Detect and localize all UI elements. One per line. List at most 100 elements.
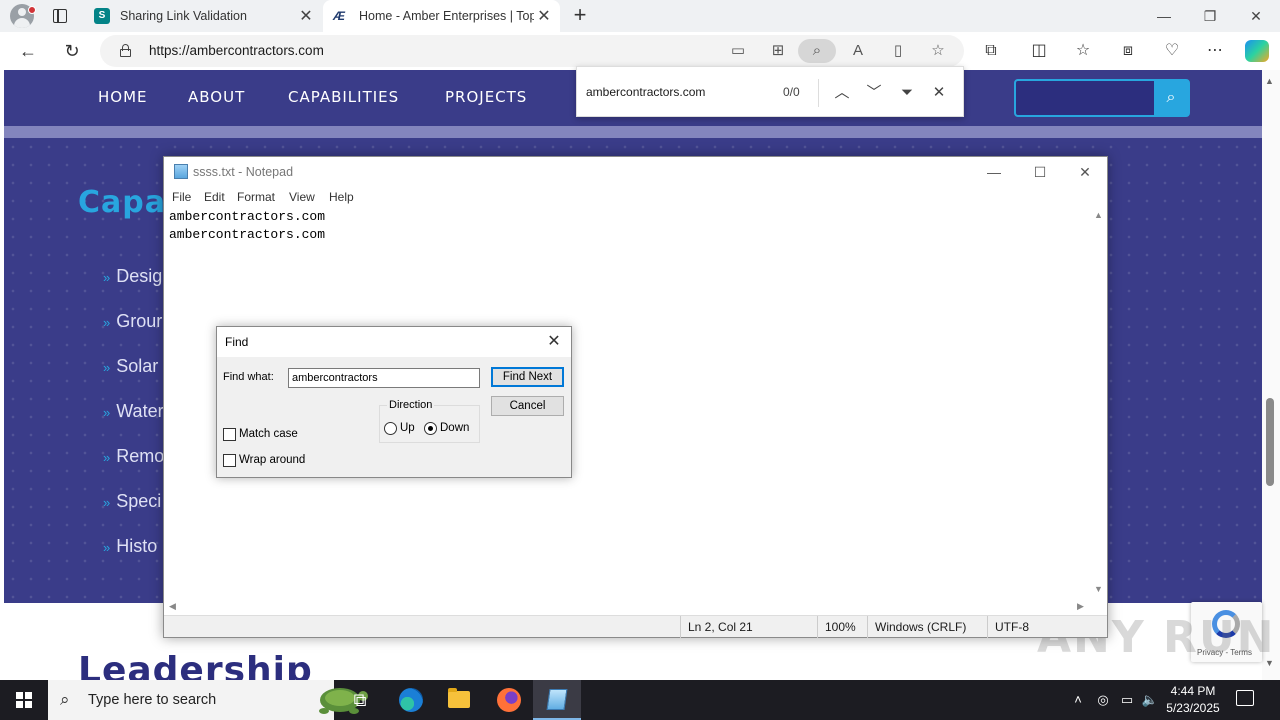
scroll-up-icon[interactable]: ▲ — [1265, 76, 1274, 86]
cancel-button[interactable]: Cancel — [491, 396, 564, 416]
split-screen-icon[interactable]: ◫ — [1026, 38, 1052, 64]
capability-item[interactable]: » Desig — [103, 266, 162, 287]
volume-icon[interactable]: 🔈 — [1140, 680, 1160, 720]
wired-network-icon[interactable]: ▭ — [1116, 680, 1138, 720]
find-dialog-title: Find — [225, 335, 249, 349]
start-button[interactable] — [0, 680, 48, 720]
taskbar-search-box[interactable]: ⌕ Type here to search — [48, 680, 368, 720]
close-window-icon[interactable]: ✕ — [1233, 0, 1279, 32]
file-explorer-icon[interactable] — [435, 680, 483, 720]
find-bar-input[interactable]: ambercontractors.com — [586, 85, 705, 99]
chevron-right-icon: » — [103, 405, 111, 420]
capability-item[interactable]: » Water — [103, 401, 164, 422]
status-encoding: UTF-8 — [987, 616, 1087, 638]
menu-view[interactable]: View — [289, 190, 315, 204]
chevron-up-icon[interactable]: ︿ — [829, 80, 855, 106]
direction-down-radio[interactable] — [424, 422, 437, 435]
find-on-page-icon[interactable]: ⌕ — [798, 39, 836, 63]
task-view-icon[interactable]: ⧉ — [336, 680, 384, 720]
filter-icon[interactable]: ⏷ — [894, 80, 920, 106]
minimize-icon[interactable]: — — [971, 157, 1017, 187]
page-scrollbar[interactable]: ▲ ▼ — [1262, 70, 1280, 680]
search-icon[interactable]: ⌕ — [1154, 81, 1188, 115]
notepad-title: ssss.txt - Notepad — [193, 165, 294, 179]
site-nav-about[interactable]: ABOUT — [188, 88, 245, 106]
url-text[interactable]: https://ambercontractors.com — [149, 43, 324, 58]
close-tab-icon[interactable]: ✕ — [534, 6, 554, 26]
collections-icon[interactable]: ⧈ — [1115, 38, 1141, 64]
extensions-icon[interactable]: ⧉ — [978, 38, 1004, 64]
tab-actions-icon[interactable] — [48, 6, 72, 26]
menu-edit[interactable]: Edit — [204, 190, 225, 204]
taskbar-search-placeholder: Type here to search — [88, 692, 217, 708]
find-what-input[interactable]: ambercontractors — [288, 368, 480, 388]
more-options-icon[interactable]: ⋯ — [1202, 38, 1228, 64]
status-zoom: 100% — [817, 616, 867, 638]
address-bar[interactable]: https://ambercontractors.com ▭ ⊞ ⌕ A ▯ ☆ — [100, 35, 964, 67]
refresh-icon[interactable]: ↻ — [58, 37, 86, 65]
capability-item[interactable]: » Speci — [103, 491, 161, 512]
lock-icon[interactable] — [120, 44, 131, 57]
edge-icon[interactable] — [386, 680, 434, 720]
close-icon[interactable]: ✕ — [1062, 157, 1108, 187]
network-status-icon[interactable]: ◎ — [1093, 680, 1113, 720]
find-next-button[interactable]: Find Next — [491, 367, 564, 387]
chevron-up-icon[interactable]: ▲ — [1094, 210, 1103, 220]
wrap-around-checkbox[interactable] — [223, 454, 236, 467]
chevron-down-icon[interactable]: ﹀ — [861, 80, 887, 106]
minimize-icon[interactable]: — — [1141, 0, 1187, 32]
menu-help[interactable]: Help — [329, 190, 354, 204]
grid-apps-icon[interactable]: ⊞ — [765, 39, 791, 63]
notepad-title-bar[interactable]: ssss.txt - Notepad — ☐ ✕ — [164, 157, 1107, 187]
capability-item[interactable]: » Solar — [103, 356, 158, 377]
amber-logo-icon: Æ — [333, 9, 345, 23]
chevron-right-icon[interactable]: ▶ — [1077, 601, 1084, 612]
close-tab-icon[interactable]: ✕ — [296, 6, 316, 26]
chevron-down-icon[interactable]: ▼ — [1094, 584, 1103, 594]
notification-center-icon[interactable] — [1236, 690, 1254, 706]
notepad-horizontal-scrollbar[interactable]: ◀ ▶ — [164, 598, 1090, 615]
site-search-input[interactable]: ⌕ — [1014, 79, 1190, 117]
close-icon[interactable]: ✕ — [541, 329, 567, 355]
menu-file[interactable]: File — [172, 190, 191, 204]
firefox-icon[interactable] — [484, 680, 532, 720]
site-nav-projects[interactable]: PROJECTS — [445, 88, 527, 106]
taskbar-clock[interactable]: 4:44 PM 5/23/2025 — [1160, 683, 1226, 717]
read-aloud-icon[interactable]: A — [845, 39, 871, 63]
scrollbar-thumb[interactable] — [1266, 398, 1274, 486]
match-case-checkbox[interactable] — [223, 428, 236, 441]
find-dialog-title-bar[interactable]: Find ✕ — [217, 327, 571, 357]
status-line-ending: Windows (CRLF) — [867, 616, 987, 638]
capability-item[interactable]: » Remo — [103, 446, 164, 467]
notepad-menu-bar: File Edit Format View Help — [164, 187, 1107, 207]
site-nav-capabilities[interactable]: CAPABILITIES — [288, 88, 399, 106]
tab-amber-home[interactable]: Æ Home - Amber Enterprises | Top- ✕ — [323, 0, 560, 32]
favorites-icon[interactable]: ☆ — [1070, 38, 1096, 64]
chevron-up-icon[interactable]: ˄ — [1068, 680, 1088, 720]
favorite-star-icon[interactable]: ☆ — [925, 39, 951, 63]
restore-icon[interactable]: ❐ — [1187, 0, 1233, 32]
menu-format[interactable]: Format — [237, 190, 275, 204]
capability-item[interactable]: » Histo — [103, 536, 157, 557]
direction-up-radio[interactable] — [384, 422, 397, 435]
new-tab-button[interactable]: + — [568, 3, 592, 29]
browser-essentials-icon[interactable]: ♡ — [1159, 38, 1185, 64]
direction-down-label[interactable]: Down — [440, 422, 469, 434]
copilot-icon[interactable] — [1245, 40, 1269, 62]
tab-sharing-link-validation[interactable]: S Sharing Link Validation ✕ — [84, 0, 322, 32]
direction-up-label[interactable]: Up — [400, 422, 415, 434]
notepad-vertical-scrollbar[interactable]: ▲ ▼ — [1090, 207, 1107, 598]
app-available-icon[interactable]: ▭ — [725, 39, 751, 63]
close-find-icon[interactable]: ✕ — [926, 80, 952, 106]
site-nav-home[interactable]: HOME — [98, 88, 148, 106]
immersive-reader-icon[interactable]: ▯ — [885, 39, 911, 63]
match-case-label[interactable]: Match case — [239, 428, 298, 440]
maximize-icon[interactable]: ☐ — [1017, 157, 1063, 187]
capability-item[interactable]: » Grour — [103, 311, 162, 332]
notepad-app-icon — [174, 164, 188, 179]
direction-label: Direction — [387, 399, 435, 411]
notepad-icon[interactable] — [533, 680, 581, 720]
wrap-around-label[interactable]: Wrap around — [239, 454, 305, 466]
chevron-left-icon[interactable]: ◀ — [169, 601, 176, 612]
back-icon[interactable]: ← — [14, 37, 42, 65]
